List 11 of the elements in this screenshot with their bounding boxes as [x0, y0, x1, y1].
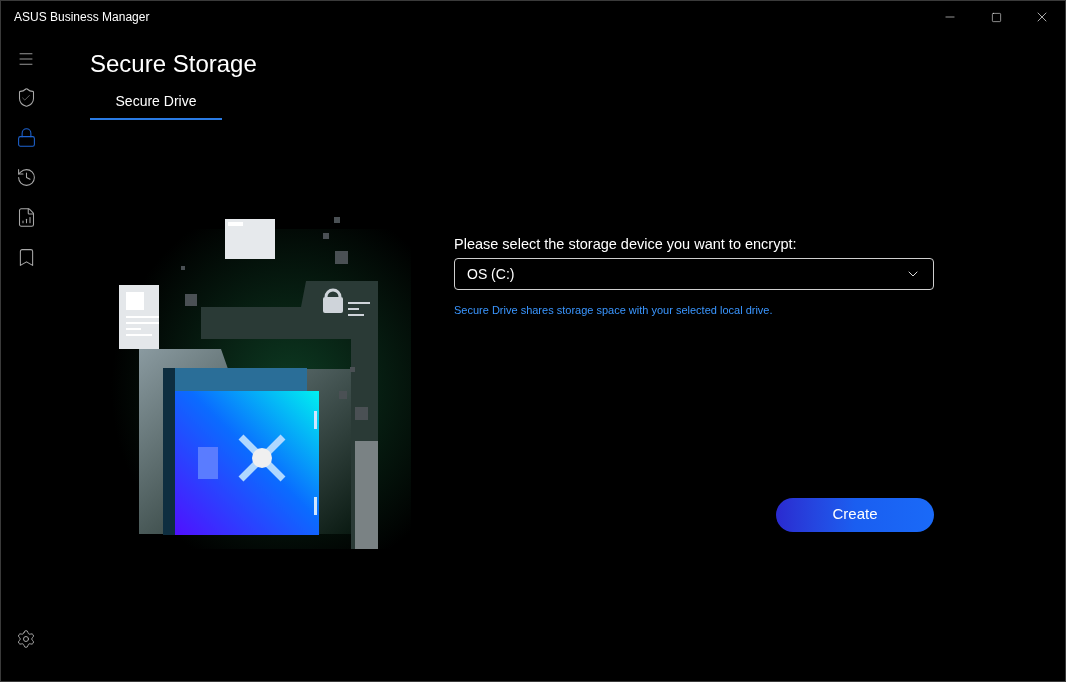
check-icon: [21, 93, 31, 103]
page-title: Secure Storage: [90, 49, 257, 79]
settings-icon: [16, 629, 36, 649]
create-button[interactable]: Create: [776, 497, 934, 532]
hint-text: Secure Drive shares storage space with your selected local drive.: [454, 303, 774, 318]
menu-icon: [17, 50, 35, 68]
maximize-icon: [990, 11, 1002, 23]
storage-device-dropdown[interactable]: OS (C:): [454, 258, 934, 290]
window-title: ASUS Business Manager: [14, 9, 150, 26]
tab[interactable]: Secure Drive: [90, 84, 222, 120]
field-label: Please select the storage device you want to encrypt:: [454, 235, 798, 254]
